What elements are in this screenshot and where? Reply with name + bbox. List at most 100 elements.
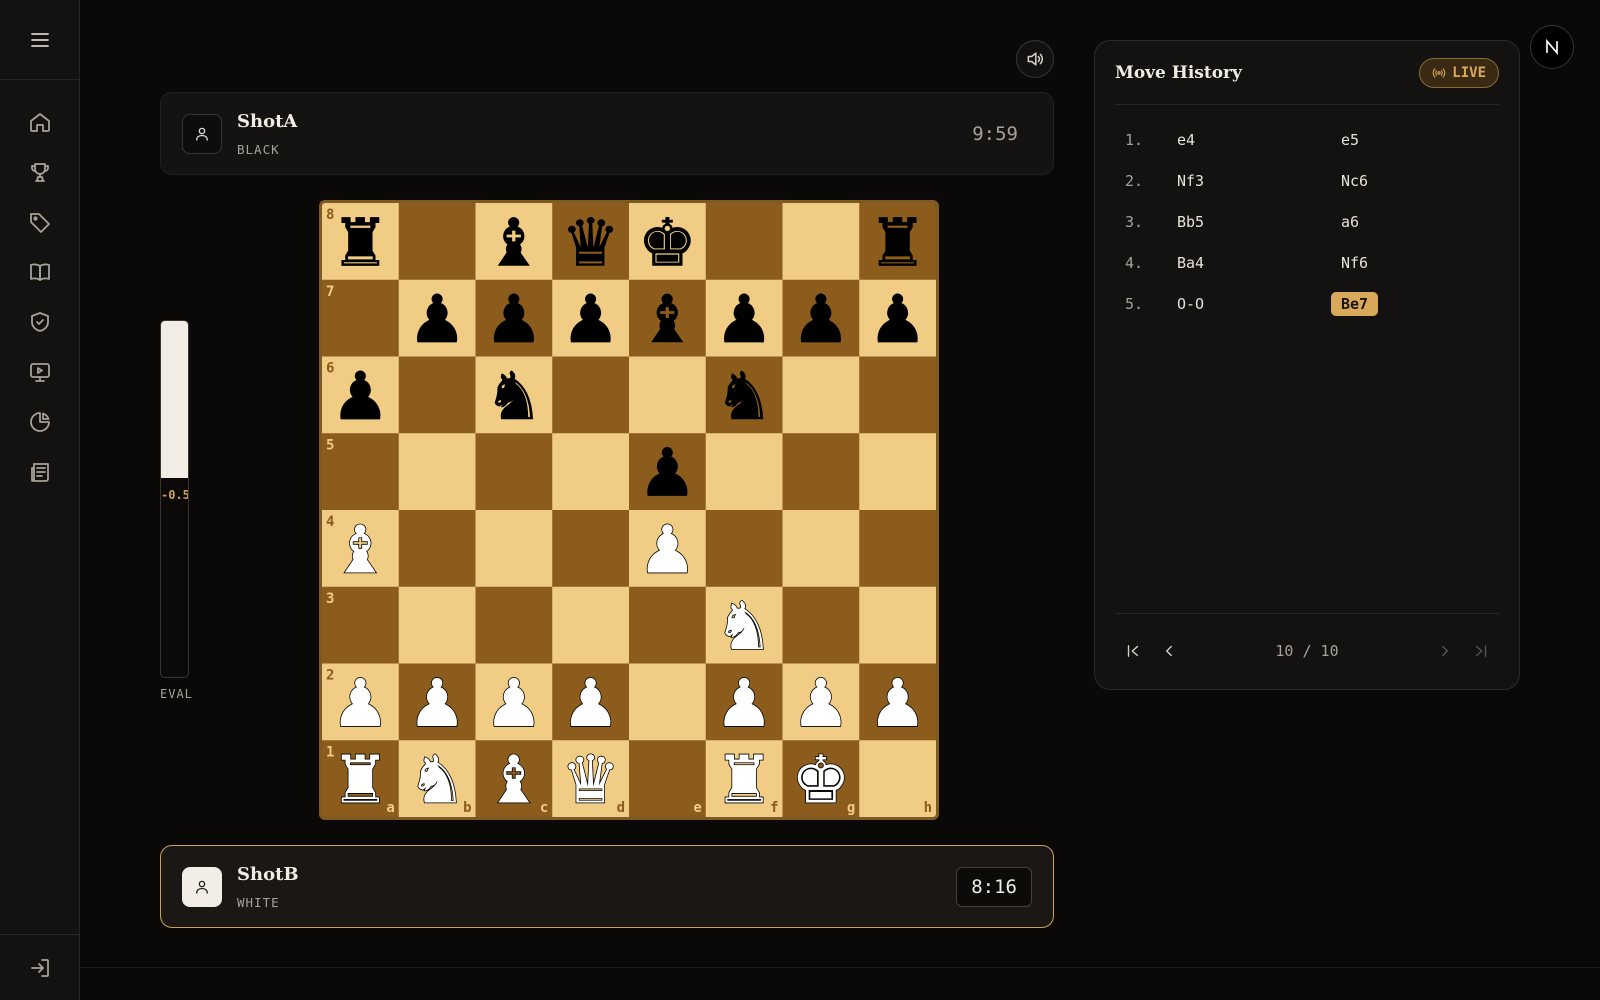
- black-move[interactable]: a6: [1341, 213, 1359, 231]
- rank-label: 7: [326, 284, 334, 300]
- white-queen-piece[interactable]: ♛: [560, 741, 621, 817]
- white-move[interactable]: Ba4: [1177, 254, 1341, 272]
- white-pawn-piece[interactable]: ♟: [560, 664, 621, 743]
- live-badge[interactable]: LIVE: [1419, 57, 1499, 88]
- square-b5[interactable]: [398, 433, 476, 511]
- square-h6[interactable]: [859, 356, 936, 434]
- rank-label: 3: [326, 591, 334, 607]
- square-h4[interactable]: [859, 510, 936, 588]
- black-pawn-piece[interactable]: ♟: [484, 281, 544, 359]
- newspaper-icon: [28, 460, 52, 484]
- black-pawn-piece[interactable]: ♟: [561, 281, 621, 359]
- sidebar-logout[interactable]: [0, 934, 80, 1000]
- current-move-highlight[interactable]: Be7: [1331, 291, 1379, 316]
- black-king-piece[interactable]: ♚: [637, 204, 697, 282]
- black-knight-piece[interactable]: ♞: [484, 358, 544, 436]
- white-rook-piece[interactable]: ♜: [330, 741, 391, 817]
- chess-board[interactable]: 8 ♜ ♝ ♛ ♚ ♜ 7 ♟ ♟ ♟ ♝ ♟ ♟ ♟ 6 ♟ ♞ ♞ 5 ♟ 4 ♝ ♟ 3 ♞ 2 ♟ ♟ ♟ ♟ ♟ ♟ ♟ 1 a ♜ b ♞ c ♝…: [319, 200, 939, 820]
- sidebar-item-home[interactable]: [0, 97, 80, 147]
- black-rook-piece[interactable]: ♜: [868, 204, 928, 282]
- black-bishop-piece[interactable]: ♝: [484, 204, 544, 282]
- black-pawn-piece[interactable]: ♟: [407, 281, 467, 359]
- black-pawn-piece[interactable]: ♟: [330, 358, 390, 436]
- white-pawn-piece[interactable]: ♟: [330, 664, 391, 743]
- square-b6[interactable]: [398, 356, 476, 434]
- sidebar-header: [0, 0, 79, 80]
- square-h3[interactable]: [859, 586, 936, 664]
- square-f4[interactable]: [705, 510, 783, 588]
- square-g6[interactable]: [782, 356, 860, 434]
- sidebar-item-tags[interactable]: [0, 197, 80, 247]
- square-f5[interactable]: [705, 433, 783, 511]
- black-pawn-piece[interactable]: ♟: [868, 281, 928, 359]
- square-e3[interactable]: [629, 586, 707, 664]
- square-b4[interactable]: [398, 510, 476, 588]
- white-pawn-piece[interactable]: ♟: [867, 664, 928, 743]
- white-knight-piece[interactable]: ♞: [407, 741, 468, 817]
- black-pawn-piece[interactable]: ♟: [637, 434, 697, 512]
- sidebar-item-stats[interactable]: [0, 397, 80, 447]
- sidebar-item-watch[interactable]: [0, 347, 80, 397]
- chevron-left-icon: [1160, 642, 1178, 660]
- square-d3[interactable]: [552, 586, 630, 664]
- square-c5[interactable]: [475, 433, 553, 511]
- square-g3[interactable]: [782, 586, 860, 664]
- white-pawn-piece[interactable]: ♟: [407, 664, 468, 743]
- black-pawn-piece[interactable]: ♟: [714, 281, 774, 359]
- square-e2[interactable]: [629, 663, 707, 741]
- black-queen-piece[interactable]: ♛: [561, 204, 621, 282]
- account-avatar[interactable]: [1530, 25, 1574, 69]
- white-move[interactable]: Nf3: [1177, 172, 1341, 190]
- square-e6[interactable]: [629, 356, 707, 434]
- black-move[interactable]: e5: [1341, 131, 1359, 149]
- black-rook-piece[interactable]: ♜: [330, 204, 390, 282]
- next-move-button[interactable]: [1427, 633, 1463, 669]
- white-bishop-piece[interactable]: ♝: [330, 511, 391, 590]
- previous-move-button[interactable]: [1151, 633, 1187, 669]
- square-d4[interactable]: [552, 510, 630, 588]
- white-move[interactable]: Bb5: [1177, 213, 1341, 231]
- square-c4[interactable]: [475, 510, 553, 588]
- first-move-button[interactable]: [1115, 633, 1151, 669]
- sidebar-item-tournaments[interactable]: [0, 147, 80, 197]
- file-label: e: [693, 800, 701, 816]
- square-g4[interactable]: [782, 510, 860, 588]
- white-pawn-piece[interactable]: ♟: [483, 664, 544, 743]
- white-pawn-piece[interactable]: ♟: [637, 511, 698, 590]
- square-d5[interactable]: [552, 433, 630, 511]
- opponent-player-card: ShotA BLACK 9:59: [160, 92, 1054, 175]
- hamburger-menu-icon[interactable]: [28, 28, 52, 52]
- pie-chart-icon: [28, 410, 52, 434]
- sidebar-item-security[interactable]: [0, 297, 80, 347]
- black-move[interactable]: Nf6: [1341, 254, 1368, 272]
- sound-toggle-button[interactable]: [1016, 40, 1054, 78]
- white-pawn-piece[interactable]: ♟: [714, 664, 775, 743]
- white-move[interactable]: O-O: [1177, 295, 1341, 313]
- black-move[interactable]: Nc6: [1341, 172, 1368, 190]
- user-avatar-badge: [182, 866, 222, 907]
- sidebar-item-news[interactable]: [0, 447, 80, 497]
- square-g8[interactable]: [782, 203, 860, 281]
- square-h5[interactable]: [859, 433, 936, 511]
- black-bishop-piece[interactable]: ♝: [637, 281, 697, 359]
- opponent-name: ShotA: [237, 110, 298, 132]
- opponent-info: ShotA BLACK: [237, 111, 297, 157]
- white-pawn-piece[interactable]: ♟: [790, 664, 851, 743]
- black-pawn-piece[interactable]: ♟: [791, 281, 851, 359]
- square-c3[interactable]: [475, 586, 553, 664]
- white-knight-piece[interactable]: ♞: [714, 587, 775, 666]
- shield-check-icon: [28, 310, 52, 334]
- sidebar-item-learn[interactable]: [0, 247, 80, 297]
- square-f8[interactable]: [705, 203, 783, 281]
- square-b3[interactable]: [398, 586, 476, 664]
- square-b8[interactable]: [398, 203, 476, 281]
- white-rook-piece[interactable]: ♜: [714, 741, 775, 817]
- file-label: h: [924, 800, 932, 816]
- square-g5[interactable]: [782, 433, 860, 511]
- white-bishop-piece[interactable]: ♝: [483, 741, 544, 817]
- white-king-piece[interactable]: ♚: [790, 741, 851, 817]
- square-d6[interactable]: [552, 356, 630, 434]
- black-knight-piece[interactable]: ♞: [714, 358, 774, 436]
- white-move[interactable]: e4: [1177, 131, 1341, 149]
- last-move-button[interactable]: [1463, 633, 1499, 669]
